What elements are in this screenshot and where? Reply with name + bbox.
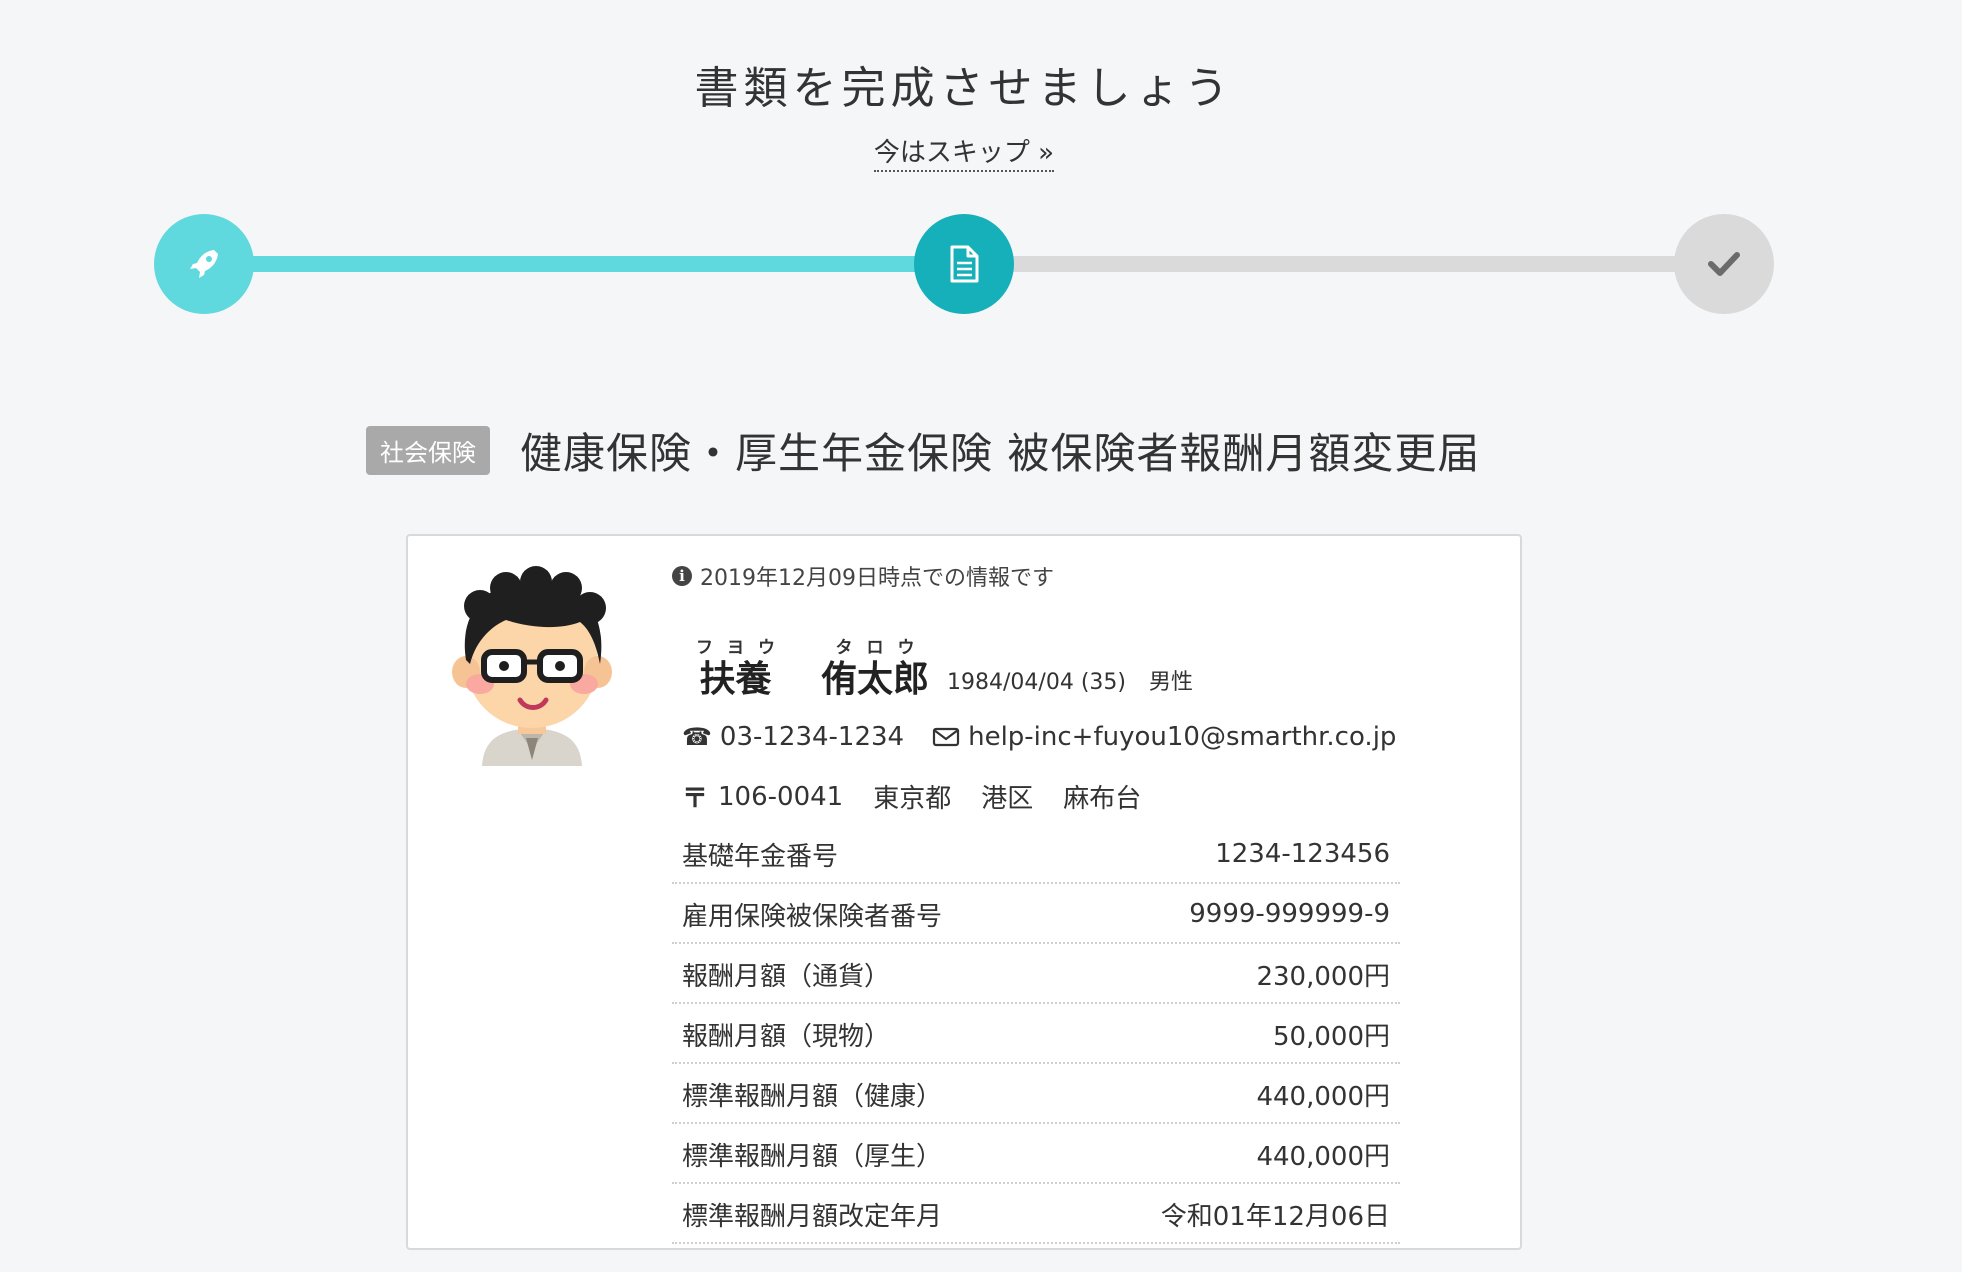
first-name-kanji: 侑太郎 [821,659,930,700]
field-row-monthly-pay-currency: 報酬月額（通貨） 230,000円 [672,946,1400,1004]
field-value: 9999-999999-9 [1189,899,1390,929]
field-row-standard-pay-revision-date: 標準報酬月額改定年月 令和01年12月06日 [672,1186,1400,1244]
field-label: 標準報酬月額（厚生） [682,1141,943,1172]
employee-card: i 2019年12月09日時点での情報です フヨウ 扶養 タロウ 侑太郎 198… [406,534,1522,1250]
postal-code: 106-0041 [718,781,844,812]
field-value: 440,000円 [1256,1141,1390,1172]
page-title: 書類を完成させましょう [694,63,1234,114]
first-name: タロウ 侑太郎 [821,638,929,702]
skip-link-wrapper: 今はスキップ » [0,132,1928,172]
info-icon: i [672,566,692,586]
rocket-icon [190,250,218,278]
age: (35) [1080,670,1126,695]
email: help-inc+fuyou10@smarthr.co.jp [932,722,1396,752]
check-icon [1708,252,1740,276]
last-name-kanji: 扶養 [699,659,772,700]
prefecture: 東京都 [873,784,952,814]
employee-name-row: フヨウ 扶養 タロウ 侑太郎 1984/04/04 (35) 男性 [682,638,1193,702]
field-label: 基礎年金番号 [682,841,839,872]
document-heading: 社会保険 健康保険・厚生年金保険 被保険者報酬月額変更届 [366,420,1480,480]
info-note: i 2019年12月09日時点での情報です [672,560,1054,592]
info-note-text: 2019年12月09日時点での情報です [700,566,1054,591]
phone-number: 03-1234-1234 [719,722,905,752]
progress-stepper [154,214,1774,314]
field-value: 230,000円 [1256,961,1390,992]
progress-bar-remaining [964,256,1724,272]
skip-link[interactable]: 今はスキップ » [873,138,1055,172]
category-badge: 社会保険 [366,425,490,475]
field-label: 報酬月額（通貨） [682,961,891,992]
contact-row: ☎ 03-1234-1234 help-inc+fuyou10@smarthr.… [682,722,1396,752]
field-value: 50,000円 [1273,1021,1390,1052]
field-value: 1234-123456 [1215,839,1390,869]
step-document[interactable] [914,214,1014,314]
postal-mark-icon: 〒 [682,784,709,814]
employee-meta: 1984/04/04 (35) 男性 [947,664,1193,696]
step-start[interactable] [154,214,254,314]
address-row: 〒 106-0041 東京都 港区 麻布台 [682,778,1171,815]
avatar [452,566,612,766]
document-title: 健康保険・厚生年金保険 被保険者報酬月額変更届 [520,428,1481,478]
progress-bar-complete [204,256,964,272]
city: 港区 [981,784,1034,814]
envelope-icon [932,727,960,747]
field-label: 標準報酬月額（健康） [682,1081,943,1112]
step-complete[interactable] [1674,214,1774,314]
field-row-monthly-pay-in-kind: 報酬月額（現物） 50,000円 [672,1006,1400,1064]
first-name-kana: タロウ [835,638,929,658]
field-row-standard-pay-health: 標準報酬月額（健康） 440,000円 [672,1066,1400,1124]
gender: 男性 [1149,670,1194,695]
field-value: 令和01年12月06日 [1160,1201,1390,1232]
field-value: 440,000円 [1256,1081,1390,1112]
employee-fields: 基礎年金番号 1234-123456 雇用保険被保険者番号 9999-99999… [672,826,1400,1246]
last-name: フヨウ 扶養 [682,638,789,702]
email-address: help-inc+fuyou10@smarthr.co.jp [968,722,1397,752]
town: 麻布台 [1063,784,1142,814]
field-row-standard-pay-pension: 標準報酬月額（厚生） 440,000円 [672,1126,1400,1184]
birthdate: 1984/04/04 [947,670,1074,695]
phone-icon: ☎ [682,723,712,751]
last-name-kana: フヨウ [696,638,789,658]
field-row-employment-insurance-number: 雇用保険被保険者番号 9999-999999-9 [672,886,1400,944]
field-row-pension-number: 基礎年金番号 1234-123456 [672,826,1400,884]
field-label: 報酬月額（現物） [682,1021,891,1052]
field-label: 雇用保険被保険者番号 [682,901,943,932]
document-icon [950,245,979,283]
field-label: 標準報酬月額改定年月 [682,1201,943,1232]
